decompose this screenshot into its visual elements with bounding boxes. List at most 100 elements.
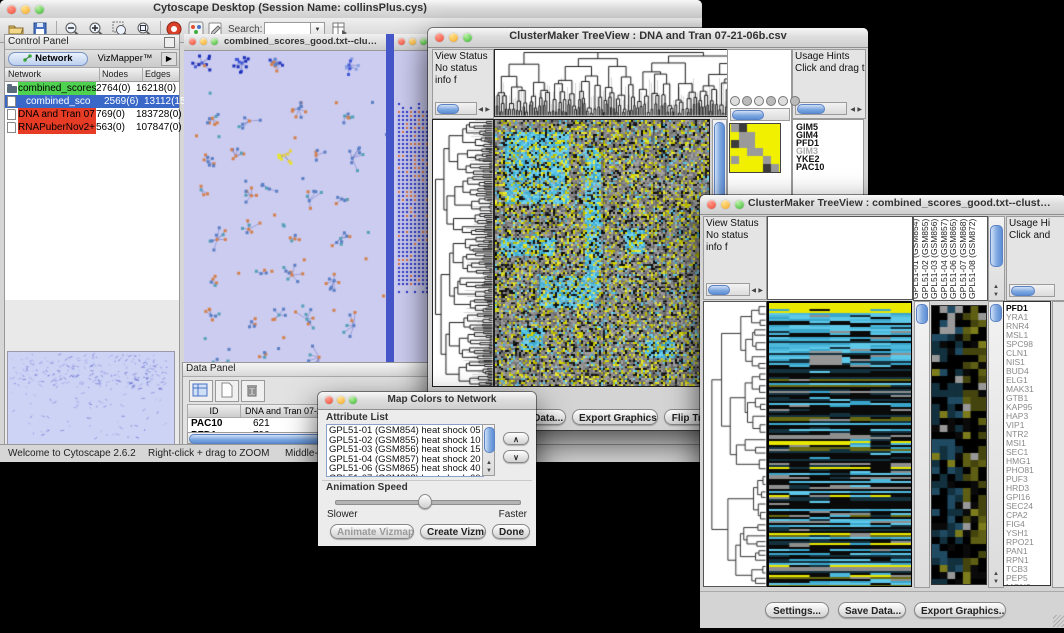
animate-vizmap-button[interactable]: Animate Vizmap [330, 524, 414, 539]
close-icon[interactable] [707, 200, 716, 209]
treeview1-heatmap[interactable] [494, 119, 710, 387]
delete-attribute-icon[interactable] [241, 380, 265, 402]
minimize-icon[interactable] [200, 38, 207, 45]
tab-more-arrow[interactable]: ▶ [161, 52, 177, 66]
view-status-hscrollbar[interactable] [706, 283, 750, 296]
network-row[interactable]: combined_sco2569(6)13112(15) [5, 95, 179, 108]
network-name: combined_scores [18, 82, 96, 95]
scroll-down-icon[interactable]: ▼ [993, 579, 999, 585]
main-titlebar[interactable]: Cytoscape Desktop (Session Name: collins… [0, 0, 702, 19]
scroll-up-icon[interactable]: ▲ [486, 460, 492, 466]
attribute-item[interactable]: GPL51-07 (GSM868) heat shock 60 min [327, 474, 483, 478]
scroll-up-icon[interactable]: ▲ [993, 284, 999, 290]
scroll-down-icon[interactable]: ▼ [486, 468, 492, 474]
tab-vizmapper[interactable]: VizMapper™ [93, 52, 157, 64]
zoom-window-icon[interactable] [211, 38, 218, 45]
gene-label[interactable]: PAC10 [796, 163, 863, 171]
zoom-window-icon[interactable] [420, 38, 427, 45]
scroll-left-icon[interactable]: ◀ [850, 107, 855, 113]
scroll-up-icon[interactable]: ▲ [993, 571, 999, 577]
treeview1-titlebar[interactable]: ClusterMaker TreeView : DNA and Tran 07-… [428, 28, 868, 48]
treeview2-column-labels: GPL51-01 (GSM854)GPL51-02 (GSM855)GPL51-… [913, 216, 988, 301]
cell-id: PAC10 [188, 418, 243, 430]
doc-icon [7, 96, 16, 107]
treeview1-row-dendrogram[interactable] [432, 119, 494, 387]
network-row[interactable]: RNAPuberNov2+563(0)107847(0) [5, 121, 179, 134]
treeview2-gene-list: PFD1YRA1RNR4MSL1SPC98CLN1NIS1BUD4ELG1MAK… [1003, 301, 1051, 586]
selected-cluster-matrix[interactable] [729, 123, 781, 173]
zoom-window-icon[interactable] [349, 396, 357, 404]
done-button[interactable]: Done [492, 524, 530, 539]
export-graphics-button[interactable]: Export Graphics... [914, 602, 1006, 618]
treeview2-titlebar[interactable]: ClusterMaker TreeView : combined_scores_… [700, 195, 1064, 215]
gene-label[interactable]: MON2 [1006, 583, 1050, 586]
treeview2-genelist-vscrollbar[interactable]: ▲ ▼ [988, 301, 1004, 588]
treeview1-title: ClusterMaker TreeView : DNA and Tran 07-… [488, 30, 808, 42]
scroll-left-icon[interactable]: ◀ [478, 107, 483, 113]
usage-hints-hscrollbar[interactable] [795, 102, 847, 115]
control-panel-title: Control Panel [8, 36, 69, 47]
minimize-icon[interactable] [409, 38, 416, 45]
usage-hints-hscrollbar[interactable] [1009, 284, 1055, 297]
network-row[interactable]: DNA and Tran 07769(0)183728(0) [5, 108, 179, 121]
close-icon[interactable] [435, 33, 444, 42]
resize-grip[interactable] [1053, 615, 1064, 627]
minimize-icon[interactable] [337, 396, 345, 404]
close-icon[interactable] [398, 38, 405, 45]
col-header-edges[interactable]: Edges [143, 68, 171, 81]
minimize-icon[interactable] [721, 200, 730, 209]
network-canvas-1[interactable] [184, 51, 386, 373]
desktop: { "colors": { "selection_blue": "#3968c8… [0, 0, 1064, 633]
scroll-left-icon[interactable]: ◀ [751, 288, 756, 294]
network-row[interactable]: combined_scores2764(0)16218(0) [5, 82, 179, 95]
attribute-select-icon[interactable] [189, 380, 213, 402]
zoom-window-icon[interactable] [735, 200, 744, 209]
scroll-down-icon[interactable]: ▼ [993, 292, 999, 298]
scroll-right-icon[interactable]: ▶ [857, 107, 862, 113]
save-data-button[interactable]: Save Data... [838, 602, 906, 618]
zoom-window-icon[interactable] [463, 33, 472, 42]
export-graphics-button[interactable]: Export Graphics... [572, 409, 658, 425]
create-vizmap-button[interactable]: Create Vizmap [420, 524, 486, 539]
view-status-label: View Status [433, 50, 493, 63]
attribute-list-vscrollbar[interactable]: ▲ ▼ [482, 424, 495, 476]
minimize-icon[interactable] [449, 33, 458, 42]
network-edges: 183728(0) [136, 108, 182, 121]
column-label: GPL51-02 (GSM855) [920, 219, 930, 299]
tab-network[interactable]: Network [8, 52, 88, 66]
column-label: GPL51-03 (GSM856) [929, 219, 939, 299]
network-canvas-2[interactable] [394, 51, 432, 373]
view-status-hscrollbar[interactable] [435, 102, 477, 115]
zoom-toolbar-icons[interactable] [730, 96, 800, 106]
scroll-right-icon[interactable]: ▶ [485, 107, 490, 113]
treeview2-collabel-vscrollbar[interactable]: ▲ ▼ [988, 216, 1005, 301]
control-panel: Control Panel Network VizMapper™ ▶ Netwo… [4, 34, 180, 452]
treeview2-heatmap-vscrollbar[interactable] [914, 301, 930, 588]
move-up-button[interactable]: ∧ [503, 432, 529, 445]
attribute-list[interactable]: GPL51-01 (GSM854) heat shock 05 minGPL51… [326, 424, 484, 477]
col-header-network[interactable]: Network [5, 68, 100, 81]
network-overview-thumbnail[interactable] [7, 351, 175, 447]
treeview2-row-dendrogram[interactable] [703, 301, 767, 587]
zoom-hscrollbar[interactable] [730, 108, 790, 121]
tab-network-label: Network [35, 53, 72, 64]
network-name: combined_sco [18, 95, 104, 108]
treeview2-zoom-matrix[interactable] [931, 305, 987, 585]
column-label: GPL51-06 (GSM865) [948, 219, 958, 299]
settings-button[interactable]: Settings... [765, 602, 829, 618]
data-col-id[interactable]: ID [188, 405, 241, 417]
close-icon[interactable] [189, 38, 196, 45]
view-status-text: No status info f [433, 63, 493, 87]
float-panel-icon[interactable] [164, 37, 175, 48]
faster-label: Faster [499, 509, 527, 520]
close-icon[interactable] [325, 396, 333, 404]
scroll-right-icon[interactable]: ▶ [758, 288, 763, 294]
col-header-nodes[interactable]: Nodes [100, 68, 143, 81]
view-status-text: No status info f [704, 230, 766, 254]
slider-thumb[interactable] [418, 494, 432, 509]
dialog-titlebar[interactable]: Map Colors to Network [318, 392, 536, 410]
treeview2-column-dendrogram[interactable] [767, 216, 913, 300]
new-attribute-icon[interactable] [215, 380, 239, 402]
move-down-button[interactable]: ∨ [503, 450, 529, 463]
treeview2-heatmap[interactable] [767, 301, 912, 587]
